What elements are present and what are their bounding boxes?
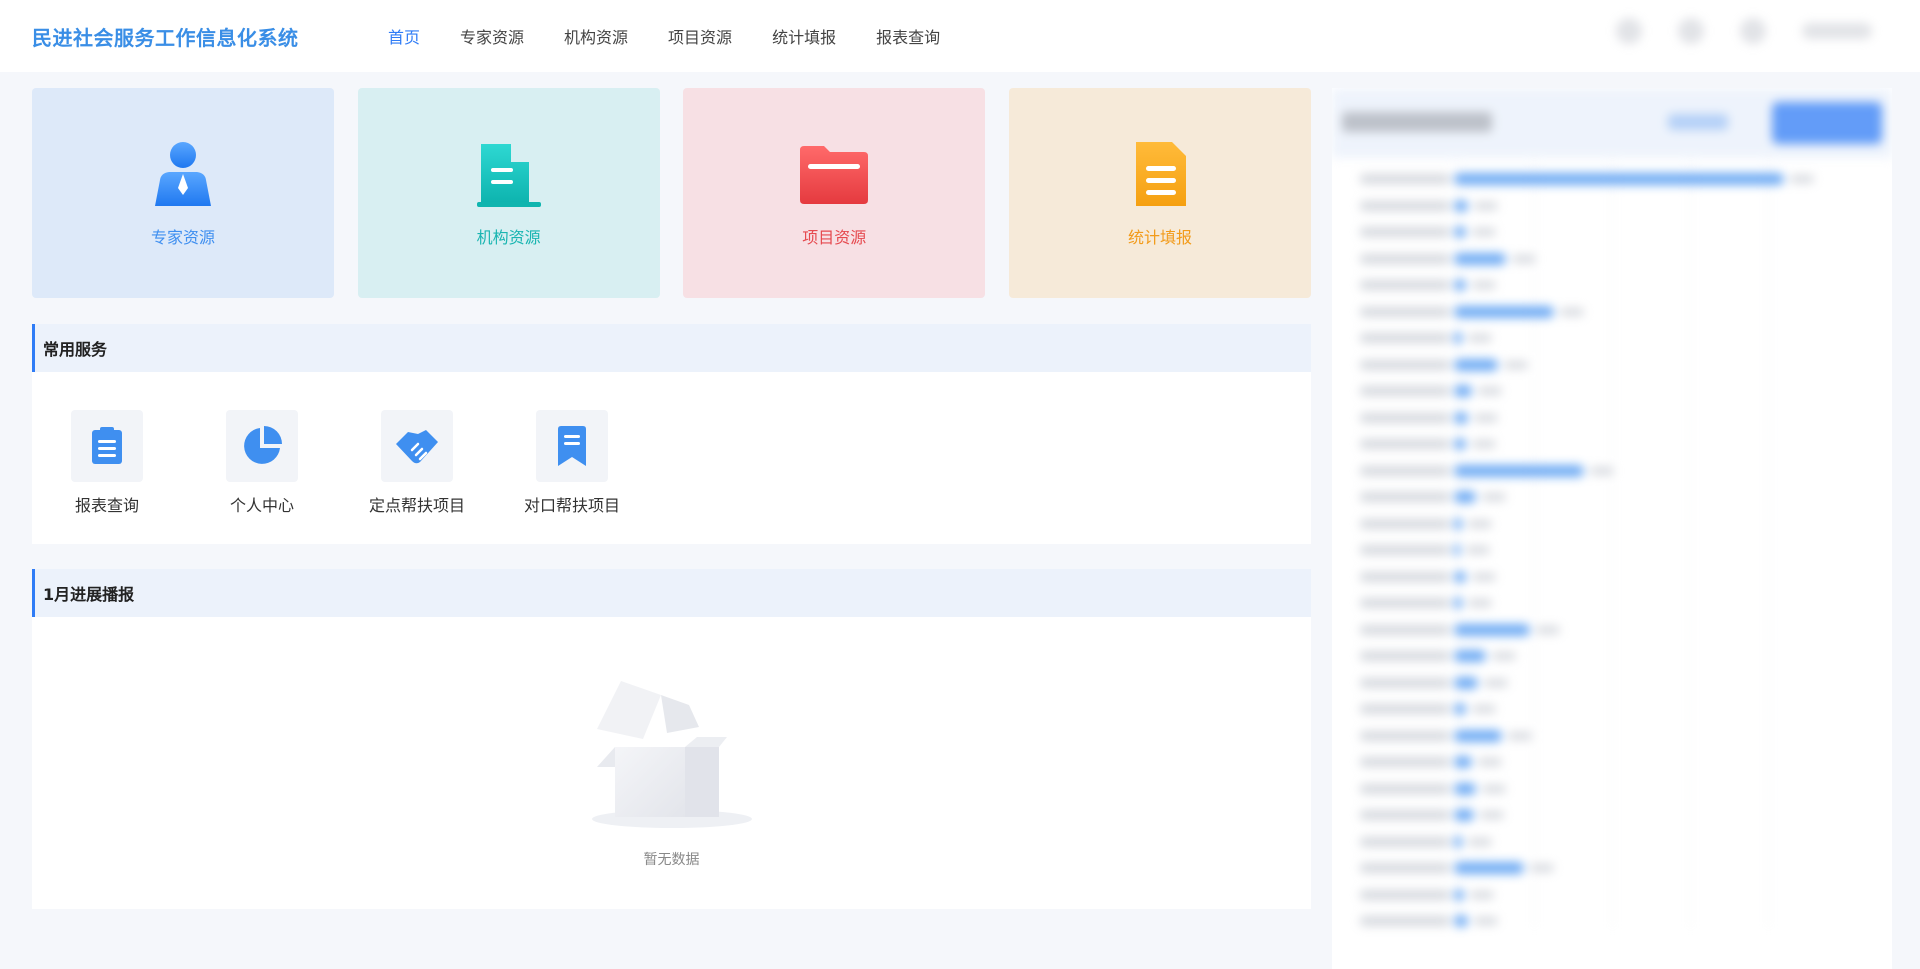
pie-chart-icon [244, 426, 282, 464]
chart-row [1360, 411, 1498, 425]
chart-row [1360, 835, 1492, 849]
chart-row [1360, 729, 1532, 743]
chart-row [1360, 172, 1814, 186]
resource-cards: 专家资源 机构资源 项目资源 统计填报 [32, 88, 1311, 298]
chart-row [1360, 755, 1502, 769]
right-stats-panel [1332, 88, 1892, 969]
chart-row [1360, 384, 1502, 398]
chart-row [1360, 199, 1498, 213]
blurred-chart-area [1332, 88, 1892, 958]
card-label: 项目资源 [802, 228, 867, 247]
main-content: 专家资源 机构资源 项目资源 统计填报 常用服务 报表查询 个人中心 定点帮扶项… [32, 88, 1311, 909]
chart-row [1360, 358, 1528, 372]
service-fixed-assistance[interactable]: 定点帮扶项目 [352, 410, 482, 516]
chart-row [1360, 464, 1614, 478]
message-icon[interactable] [1616, 18, 1642, 44]
app-title: 民进社会服务工作信息化系统 [32, 26, 299, 50]
empty-box-icon [591, 681, 752, 828]
service-paired-assistance[interactable]: 对口帮扶项目 [507, 410, 637, 516]
chart-row [1360, 331, 1492, 345]
chart-row [1360, 782, 1506, 796]
service-label: 对口帮扶项目 [523, 496, 620, 515]
empty-text: 暂无数据 [643, 852, 700, 868]
right-panel-title [1342, 112, 1492, 132]
services-panel: 报表查询 个人中心 定点帮扶项目 对口帮扶项目 [32, 372, 1311, 544]
card-label: 专家资源 [150, 228, 215, 247]
nav-report-query[interactable]: 报表查询 [876, 24, 940, 48]
service-report-query[interactable]: 报表查询 [42, 410, 172, 516]
chart-row [1360, 914, 1498, 928]
nav-home[interactable]: 首页 [388, 24, 420, 48]
nav-project-resources[interactable]: 项目资源 [668, 24, 732, 48]
chart-row [1360, 861, 1554, 875]
chart-row [1360, 490, 1506, 504]
right-panel-chart [1332, 158, 1892, 958]
service-icon-box [381, 410, 453, 482]
right-panel-button[interactable] [1772, 102, 1882, 144]
header-actions [1580, 18, 1872, 44]
chart-row [1360, 808, 1504, 822]
progress-panel: 暂无数据 [32, 617, 1311, 909]
chart-row [1360, 278, 1496, 292]
handshake-icon [396, 430, 438, 464]
service-label: 报表查询 [74, 496, 139, 515]
chart-row [1360, 252, 1536, 266]
service-icon-box [226, 410, 298, 482]
chart-row [1360, 517, 1492, 531]
right-panel-header [1332, 88, 1892, 158]
clipboard-icon [92, 427, 122, 464]
card-project-resources[interactable]: 项目资源 [683, 88, 986, 298]
expert-icon [155, 142, 211, 206]
chart-row [1360, 437, 1496, 451]
chart-gridline [1768, 158, 1769, 928]
right-panel-link[interactable] [1668, 114, 1728, 130]
main-nav: 首页 专家资源 机构资源 项目资源 统计填报 报表查询 [388, 24, 980, 48]
nav-expert-resources[interactable]: 专家资源 [460, 24, 524, 48]
top-header: 民进社会服务工作信息化系统 首页 专家资源 机构资源 项目资源 统计填报 报表查… [0, 0, 1920, 72]
user-icon[interactable] [1678, 18, 1704, 44]
chart-row [1360, 543, 1490, 557]
nav-stats-fill[interactable]: 统计填报 [772, 24, 836, 48]
chart-row [1360, 225, 1496, 239]
folder-icon [800, 146, 869, 204]
document-icon [1135, 142, 1186, 206]
card-org-resources[interactable]: 机构资源 [357, 88, 660, 298]
settings-icon[interactable] [1740, 18, 1766, 44]
service-personal-center[interactable]: 个人中心 [197, 410, 327, 516]
chart-gridline [1690, 158, 1691, 928]
chart-row [1360, 305, 1584, 319]
user-menu[interactable] [1802, 23, 1872, 39]
card-label: 机构资源 [476, 228, 541, 247]
service-label: 个人中心 [229, 496, 294, 515]
chart-row [1360, 623, 1560, 637]
progress-section-title: 1月进展播报 [32, 569, 1311, 617]
chart-row [1360, 649, 1516, 663]
chart-row [1360, 570, 1496, 584]
service-icon-box [536, 410, 608, 482]
chart-row [1360, 702, 1496, 716]
chart-gridline [1534, 158, 1535, 928]
chart-row [1360, 888, 1494, 902]
chart-row [1360, 596, 1492, 610]
nav-org-resources[interactable]: 机构资源 [564, 24, 628, 48]
card-expert-resources[interactable]: 专家资源 [32, 88, 334, 298]
service-icon-box [71, 410, 143, 482]
chart-gridline [1612, 158, 1613, 928]
chart-row [1360, 676, 1508, 690]
service-label: 定点帮扶项目 [368, 496, 465, 515]
card-label: 统计填报 [1127, 228, 1192, 247]
building-icon [476, 144, 541, 207]
services-section-title: 常用服务 [32, 324, 1311, 372]
bookmark-icon [558, 426, 586, 466]
card-stats-fill[interactable]: 统计填报 [1008, 88, 1311, 298]
